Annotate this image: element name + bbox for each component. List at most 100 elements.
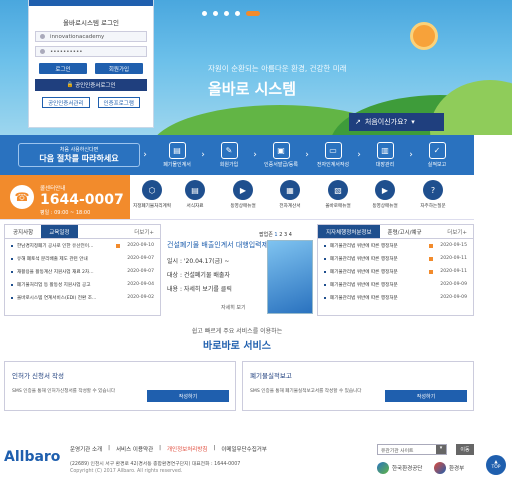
beginner-button[interactable]: ↗ 처음이신가요? ▾ (349, 113, 444, 131)
list-item[interactable]: 재활용을 활동계산 지원사업 재료 2차... 2020-09-07 (5, 265, 160, 278)
slider-dot[interactable] (213, 11, 218, 16)
service-label: 전자계산서 (279, 204, 301, 209)
new-badge (116, 243, 120, 248)
process-step[interactable]: ▣ 인증서발급/등록 (260, 142, 302, 168)
keco-emblem-icon (377, 462, 389, 474)
item-date: 2020-09-07 (127, 269, 154, 274)
callcenter-number: 1644-0007 (40, 192, 124, 208)
bullet-icon (11, 257, 13, 260)
ledger-icon: ▥ (376, 142, 394, 159)
hexagon-icon: ⬡ (142, 180, 162, 200)
callcenter-hours: 평일 : 09:00 ~ 18:00 (40, 210, 91, 216)
bullet-icon (11, 270, 13, 273)
service-link[interactable]: ▶ 동영상매뉴얼 (218, 180, 268, 209)
phone-icon: ☎ (10, 185, 34, 209)
slider-dots[interactable] (202, 11, 260, 16)
slider-dot-active[interactable] (246, 11, 260, 16)
service-link[interactable]: ▦ 전자계산서 (265, 180, 315, 209)
tab-education[interactable]: 교육일정 (41, 225, 78, 238)
footer-link-email[interactable]: 이메일무단수집거부 (221, 445, 267, 453)
service-label: 동영상매뉴얼 (230, 204, 256, 209)
footer-link-terms[interactable]: 서비스 이용약관 (116, 445, 153, 453)
footer-address: (22689) 인천시 서구 환경로 42(경서동 종합환경연구단지) 대표전화… (70, 462, 241, 467)
write-button[interactable]: 작성하기 (147, 390, 229, 402)
related-site-select[interactable]: 유관기관 사이트 ▾ (377, 444, 447, 455)
join-button[interactable]: 회원가입 (95, 63, 143, 74)
slider-dot[interactable] (202, 11, 207, 16)
process-step[interactable]: ▥ 대장관리 (364, 142, 406, 168)
separator: | (159, 445, 161, 451)
bullet-icon (324, 257, 326, 260)
report-check-icon: ✓ (428, 142, 446, 159)
list-item[interactable]: 폐기물관리법 위반에 따른 행정처분 2020-09-15 (318, 239, 473, 252)
more-link[interactable]: 더보기+ (447, 225, 473, 238)
process-step[interactable]: ▤ 폐기물인계서 (156, 142, 198, 168)
popup-notice[interactable]: 팝업존 1 2 3 4 건설폐기물 배출인계서 대행입력제도 시행안내 일시 :… (163, 224, 315, 316)
footer-link-privacy[interactable]: 개인정보처리방침 (167, 445, 207, 453)
pager-page[interactable]: 1 (274, 232, 277, 238)
tab-regulation[interactable]: 훈령/고시/예규 (380, 225, 430, 238)
lock-icon (40, 49, 45, 54)
process-step[interactable]: ▭ 전자인계서작성 (312, 142, 354, 168)
chevron-right-icon: › (409, 150, 413, 160)
new-badge (429, 256, 433, 261)
service-link[interactable]: ? 자주하는질문 (408, 180, 458, 209)
bullet-icon (11, 283, 13, 286)
tab-notice[interactable]: 공지사항 (5, 225, 41, 238)
cert-manage-button[interactable]: 공인인증서관리 (42, 97, 90, 108)
item-date: 2020-09-11 (440, 269, 467, 274)
password-field[interactable]: •••••••••• (35, 46, 147, 57)
list-item[interactable]: 한남경지정폐기 공사로 인한 유산전이... 2020-09-10 (5, 239, 160, 252)
process-step[interactable]: ✓ 실적보고 (416, 142, 458, 168)
chevron-down-icon: ▾ (411, 118, 415, 126)
permit-card: 인허가 신청서 작성 SMS 인증을 통해 인허가신청서를 작성할 수 있습니다… (4, 361, 236, 411)
slider-dot[interactable] (235, 11, 240, 16)
pager-page[interactable]: 3 (284, 232, 287, 238)
tab-disposition[interactable]: 지자체행정처분정보 (318, 225, 380, 238)
item-title: 폐기물처리업 등 활동성 지원사업 공고 (17, 282, 91, 288)
footer-link-about[interactable]: 운영기관 소개 (70, 445, 102, 453)
item-title: 재활용을 활동계산 지원사업 재료 2차... (17, 269, 94, 275)
pager-page[interactable]: 2 (279, 232, 282, 238)
service-label: 동영상매뉴얼 (372, 204, 398, 209)
pager-page[interactable]: 4 (289, 232, 292, 238)
question-icon: ? (423, 180, 443, 200)
notice-line: 내용 : 자세히 보기를 클릭 (167, 286, 232, 293)
play-icon: ▶ (375, 180, 395, 200)
chevron-down-icon: ▾ (436, 445, 446, 454)
write-button[interactable]: 작성하기 (385, 390, 467, 402)
step-label: 인증서발급/등록 (264, 162, 298, 168)
list-item[interactable]: 폐기물관리법 위반에 따른 행정처분 2020-09-09 (318, 291, 473, 304)
service-link[interactable]: ▧ 올바로매뉴얼 (313, 180, 363, 209)
bullet-icon (324, 244, 326, 247)
service-link[interactable]: ▤ 서식자료 (170, 180, 220, 209)
login-button[interactable]: 로그인 (39, 63, 87, 74)
process-step[interactable]: ✎ 회원가입 (208, 142, 250, 168)
back-to-top-button[interactable]: ▲ TOP (486, 455, 506, 475)
login-box: 올바로시스템 로그인 innovationacademy •••••••••• … (28, 0, 154, 128)
id-field[interactable]: innovationacademy (35, 31, 147, 42)
cert-login-button[interactable]: 🔒 공인인증서로그인 (35, 79, 147, 91)
slider-dot[interactable] (224, 11, 229, 16)
cert-program-button[interactable]: 인증프로그램 (97, 97, 140, 108)
list-item[interactable]: 폐기물관리법 위반에 따른 행정처분 2020-09-11 (318, 252, 473, 265)
new-badge (429, 269, 433, 274)
lock-icon: 🔒 (66, 82, 76, 88)
card-desc: SMS 인증을 통해 인허가신청서를 작성할 수 있습니다 (12, 389, 116, 394)
allbaro-logo[interactable]: Allbaro (4, 449, 60, 465)
go-button[interactable]: 이동 (456, 444, 474, 455)
moe-logo[interactable]: 환경부 (434, 462, 464, 474)
list-item[interactable]: 폐기물관리법 위반에 따른 행정처분 2020-09-09 (318, 278, 473, 291)
list-item[interactable]: 올바로시스템 연계서비스(EDI) 전환 조... 2020-09-02 (5, 291, 160, 304)
service-link[interactable]: ▶ 동영상매뉴얼 (360, 180, 410, 209)
list-item[interactable]: 폐기물관리법 위반에 따른 행정처분 2020-09-11 (318, 265, 473, 278)
logo-part-b: baro (24, 449, 61, 465)
moe-emblem-icon (434, 462, 446, 474)
footer-links: 운영기관 소개 | 서비스 이용약관 | 개인정보처리방침 | 이메일무단수집거… (70, 445, 267, 453)
list-item[interactable]: 폐기물처리업 등 활동성 지원사업 공고 2020-09-04 (5, 278, 160, 291)
detail-link[interactable]: 자세히 보기 (221, 304, 246, 311)
keco-logo[interactable]: 한국환경공단 (377, 462, 422, 474)
more-link[interactable]: 더보기+ (134, 225, 160, 238)
list-item[interactable]: 유해 폐토석 분리배출 제도 관련 안내 2020-09-07 (5, 252, 160, 265)
chart-icon: ↗ (355, 118, 361, 126)
